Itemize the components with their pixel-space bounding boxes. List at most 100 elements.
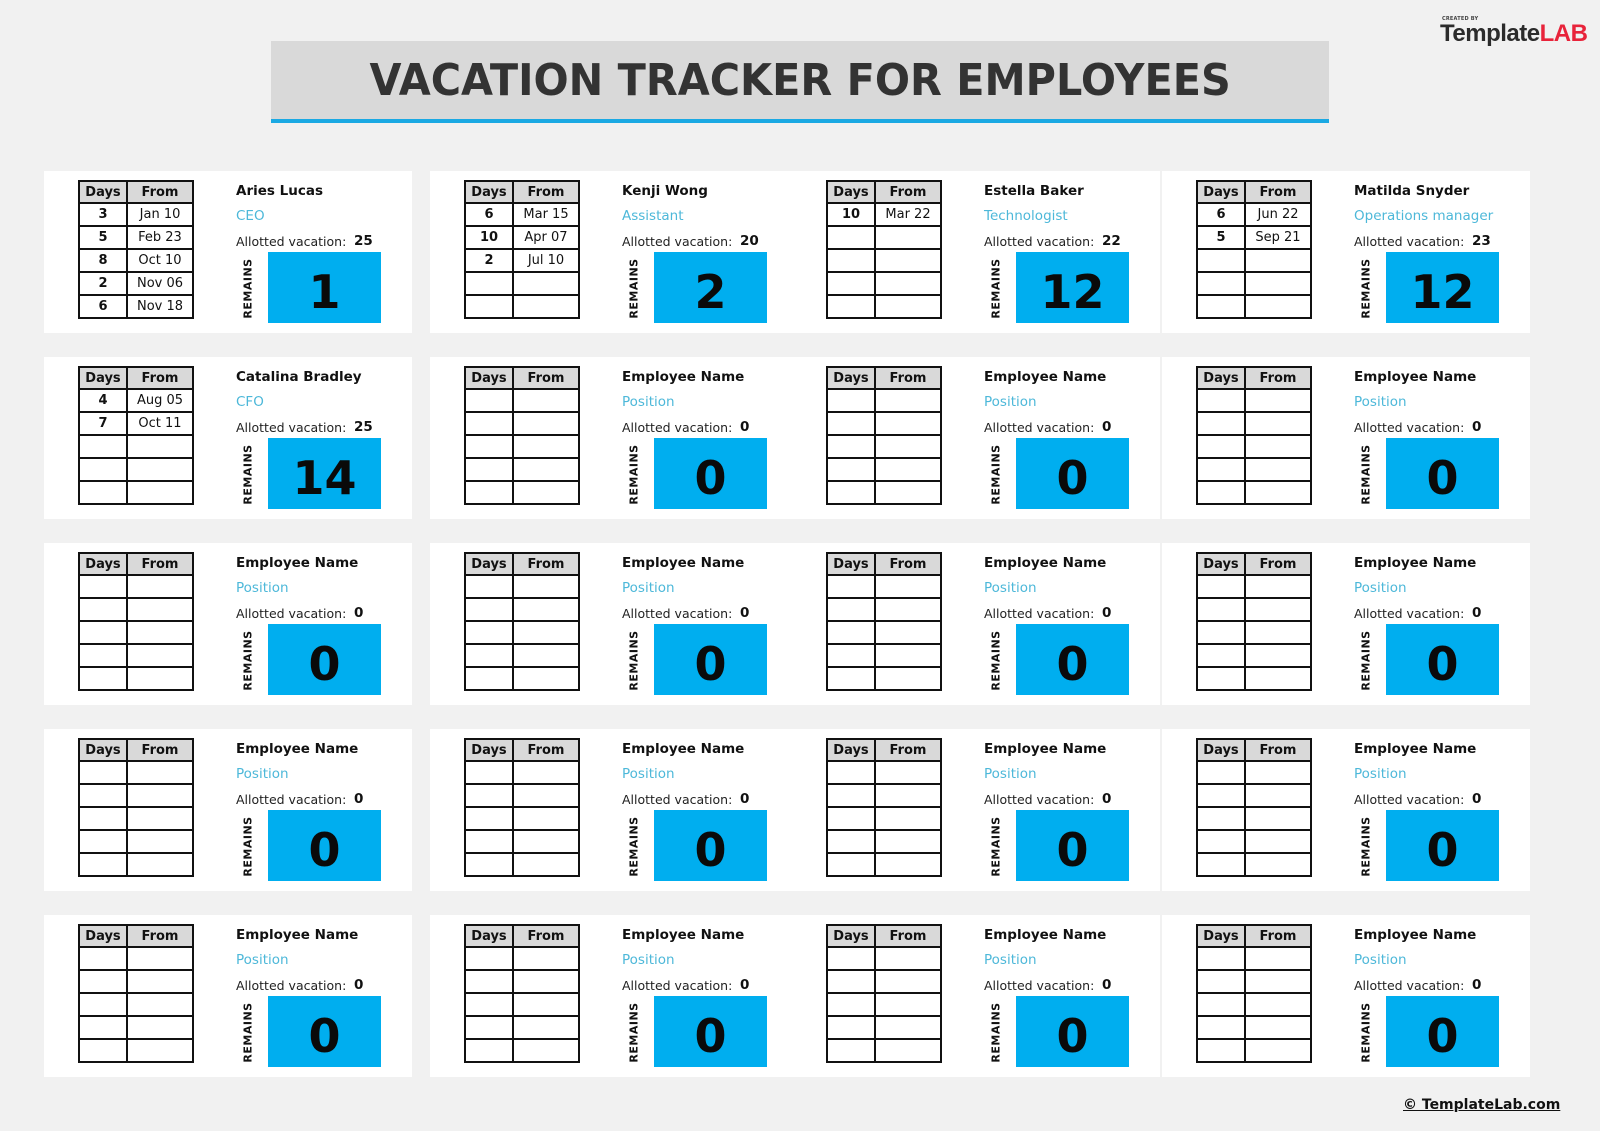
employee-name[interactable]: Employee Name (236, 927, 358, 943)
employee-position[interactable]: Position (984, 952, 1037, 968)
allotted-vacation-value[interactable]: 0 (1102, 791, 1111, 807)
from-cell[interactable] (126, 620, 194, 645)
days-cell[interactable] (826, 969, 876, 994)
days-cell[interactable] (826, 248, 876, 273)
days-cell[interactable] (78, 783, 128, 808)
from-cell[interactable] (512, 992, 580, 1017)
days-cell[interactable] (826, 666, 876, 691)
days-cell[interactable] (464, 597, 514, 622)
from-cell[interactable] (126, 597, 194, 622)
employee-name[interactable]: Employee Name (984, 555, 1106, 571)
allotted-vacation-value[interactable]: 0 (740, 419, 749, 435)
employee-position[interactable]: Position (236, 766, 289, 782)
days-cell[interactable] (464, 806, 514, 831)
from-cell[interactable] (126, 666, 194, 691)
days-cell[interactable] (1196, 1015, 1246, 1040)
days-cell[interactable] (78, 620, 128, 645)
employee-position[interactable]: Position (622, 580, 675, 596)
days-cell[interactable] (1196, 294, 1246, 319)
days-cell[interactable] (464, 620, 514, 645)
employee-name[interactable]: Aries Lucas (236, 183, 323, 199)
days-cell[interactable] (1196, 666, 1246, 691)
from-cell[interactable] (1244, 294, 1312, 319)
days-cell[interactable] (464, 946, 514, 971)
days-cell[interactable]: 2 (78, 271, 128, 296)
from-cell[interactable] (874, 1038, 942, 1063)
days-cell[interactable] (826, 457, 876, 482)
employee-name[interactable]: Estella Baker (984, 183, 1084, 199)
days-cell[interactable] (78, 852, 128, 877)
from-cell[interactable] (512, 666, 580, 691)
from-cell[interactable] (1244, 620, 1312, 645)
days-cell[interactable] (1196, 829, 1246, 854)
from-cell[interactable] (126, 806, 194, 831)
employee-position[interactable]: Position (236, 952, 289, 968)
days-cell[interactable] (464, 1015, 514, 1040)
days-cell[interactable] (826, 620, 876, 645)
employee-name[interactable]: Employee Name (984, 369, 1106, 385)
from-cell[interactable] (1244, 969, 1312, 994)
from-cell[interactable] (1244, 574, 1312, 599)
from-cell[interactable] (512, 1015, 580, 1040)
from-cell[interactable] (126, 643, 194, 668)
from-cell[interactable] (1244, 806, 1312, 831)
days-cell[interactable] (464, 643, 514, 668)
days-cell[interactable] (78, 574, 128, 599)
employee-position[interactable]: Position (622, 394, 675, 410)
from-cell[interactable] (1244, 434, 1312, 459)
days-cell[interactable] (464, 992, 514, 1017)
from-cell[interactable]: Apr 07 (512, 225, 580, 250)
from-cell[interactable] (126, 852, 194, 877)
employee-position[interactable]: Position (1354, 394, 1407, 410)
from-cell[interactable] (1244, 829, 1312, 854)
from-cell[interactable]: Sep 21 (1244, 225, 1312, 250)
days-cell[interactable] (1196, 248, 1246, 273)
days-cell[interactable] (826, 480, 876, 505)
days-cell[interactable]: 7 (78, 411, 128, 436)
from-cell[interactable] (126, 829, 194, 854)
days-cell[interactable]: 4 (78, 388, 128, 413)
days-cell[interactable] (464, 760, 514, 785)
from-cell[interactable] (874, 574, 942, 599)
days-cell[interactable] (826, 411, 876, 436)
employee-name[interactable]: Employee Name (1354, 927, 1476, 943)
days-cell[interactable] (464, 852, 514, 877)
employee-name[interactable]: Employee Name (236, 741, 358, 757)
days-cell[interactable] (78, 480, 128, 505)
days-cell[interactable] (78, 597, 128, 622)
days-cell[interactable]: 5 (78, 225, 128, 250)
days-cell[interactable] (78, 969, 128, 994)
employee-position[interactable]: Position (1354, 580, 1407, 596)
from-cell[interactable] (126, 1038, 194, 1063)
employee-name[interactable]: Employee Name (622, 369, 744, 385)
from-cell[interactable] (512, 806, 580, 831)
from-cell[interactable]: Nov 18 (126, 294, 194, 319)
employee-position[interactable]: Assistant (622, 208, 684, 224)
employee-name[interactable]: Employee Name (1354, 741, 1476, 757)
allotted-vacation-value[interactable]: 0 (354, 605, 363, 621)
allotted-vacation-value[interactable]: 0 (1472, 791, 1481, 807)
from-cell[interactable] (512, 480, 580, 505)
days-cell[interactable] (464, 388, 514, 413)
days-cell[interactable] (464, 1038, 514, 1063)
days-cell[interactable]: 8 (78, 248, 128, 273)
days-cell[interactable] (826, 1038, 876, 1063)
days-cell[interactable] (1196, 620, 1246, 645)
from-cell[interactable] (874, 248, 942, 273)
employee-position[interactable]: Position (984, 766, 1037, 782)
employee-position[interactable]: Position (236, 580, 289, 596)
days-cell[interactable] (826, 643, 876, 668)
employee-name[interactable]: Kenji Wong (622, 183, 708, 199)
from-cell[interactable]: Jan 10 (126, 202, 194, 227)
from-cell[interactable] (512, 760, 580, 785)
days-cell[interactable] (1196, 992, 1246, 1017)
days-cell[interactable] (826, 783, 876, 808)
days-cell[interactable] (78, 992, 128, 1017)
days-cell[interactable] (1196, 946, 1246, 971)
days-cell[interactable] (826, 1015, 876, 1040)
days-cell[interactable] (1196, 271, 1246, 296)
days-cell[interactable] (1196, 411, 1246, 436)
days-cell[interactable]: 10 (826, 202, 876, 227)
employee-position[interactable]: CEO (236, 208, 265, 224)
employee-name[interactable]: Employee Name (622, 927, 744, 943)
